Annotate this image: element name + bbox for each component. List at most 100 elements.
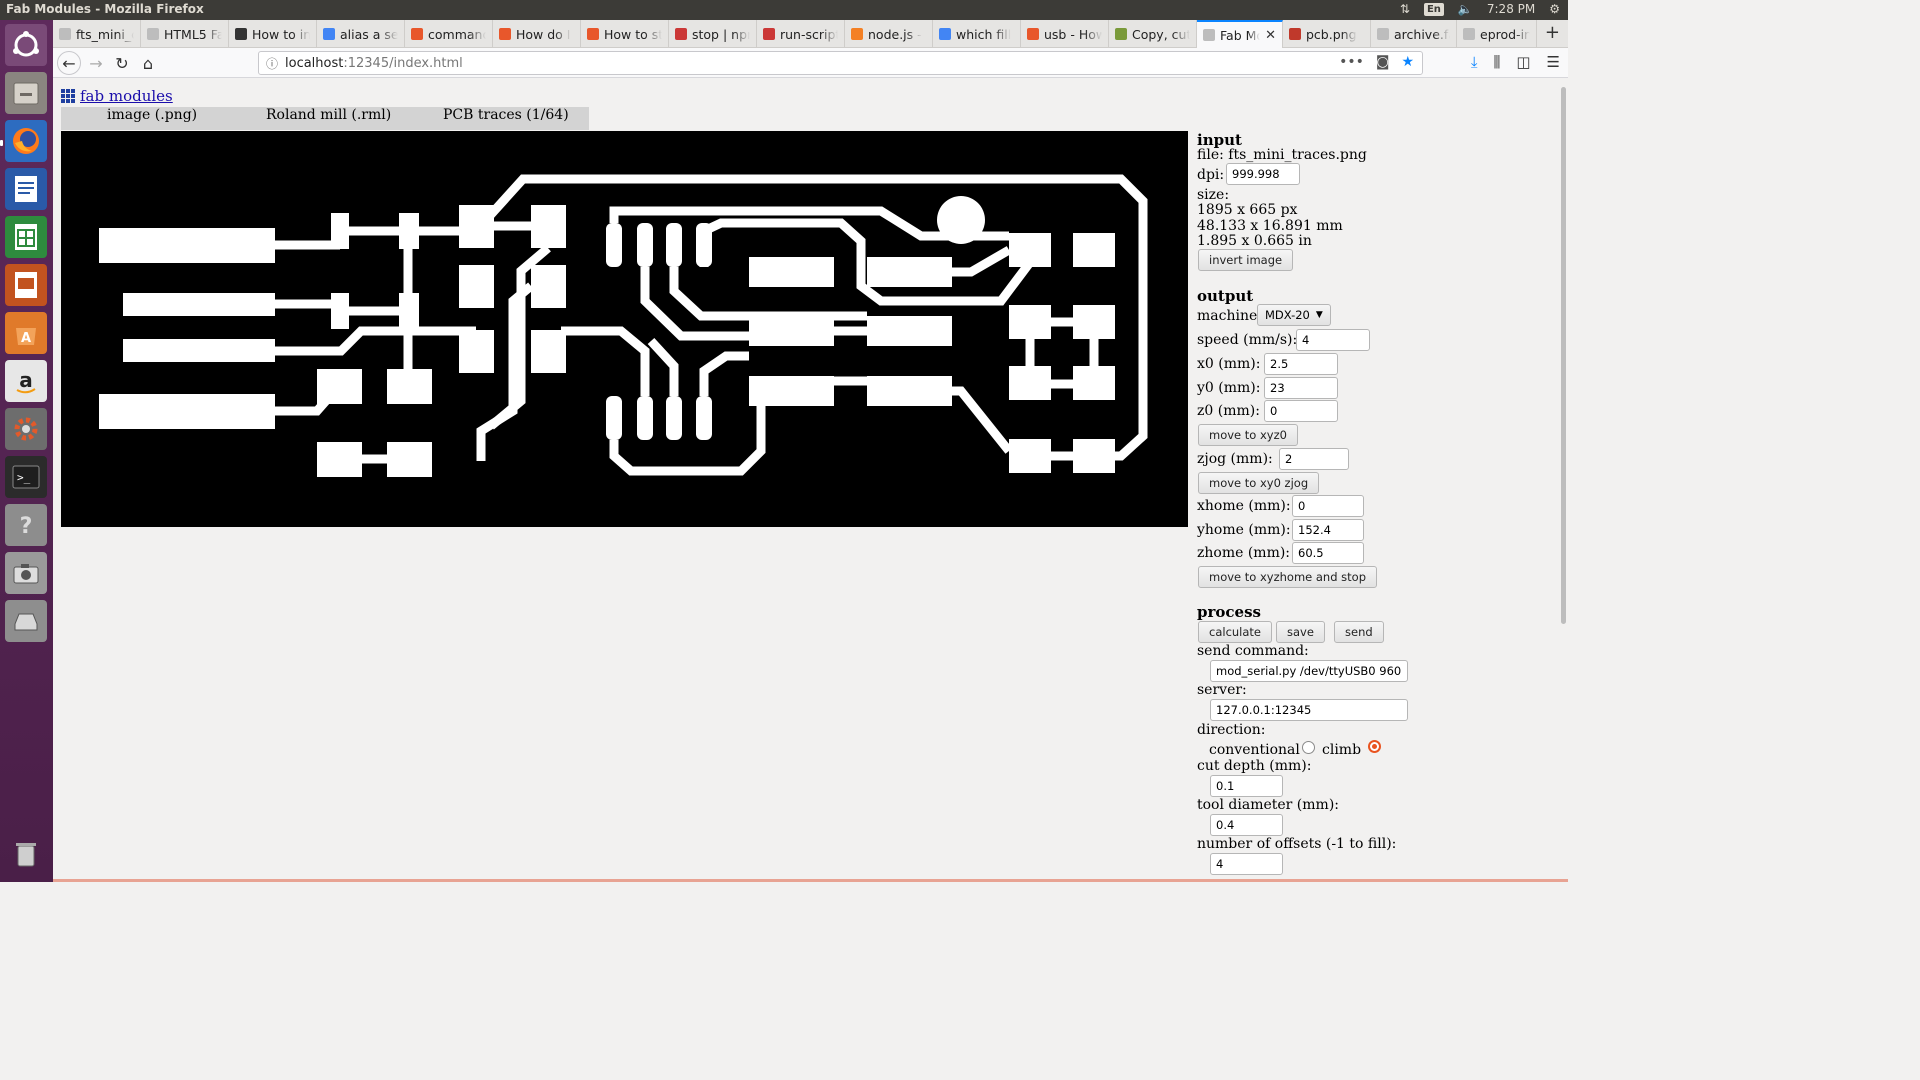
xhome-input[interactable] [1292, 495, 1364, 517]
server-input[interactable] [1210, 699, 1408, 721]
help-icon[interactable]: ? [5, 504, 47, 546]
browser-tab[interactable]: How to st [581, 20, 669, 48]
browser-tab[interactable]: Copy, cut [1109, 20, 1197, 48]
camera-icon[interactable] [5, 552, 47, 594]
volume-icon[interactable]: 🔈 [1458, 2, 1473, 16]
save-button[interactable]: save [1276, 621, 1325, 643]
tool-diameter-input[interactable] [1210, 814, 1283, 836]
browser-tab[interactable]: HTML5 FabM [141, 20, 229, 48]
y0-label: y0 (mm): [1197, 380, 1261, 396]
page-content: fab modules image (.png) Roland mill (.r… [53, 79, 1568, 882]
browser-tab[interactable]: Fab Modu ✕ [1197, 20, 1283, 48]
zjog-input[interactable] [1279, 448, 1349, 470]
system-settings-icon[interactable] [5, 408, 47, 450]
downloads-icon[interactable]: ⤓ [1471, 53, 1478, 71]
browser-tab[interactable]: which fill [933, 20, 1021, 48]
zhome-input[interactable] [1292, 542, 1364, 564]
browser-tab-bar: + fts_mini_cut HTML5 FabM How to in alias a… [53, 20, 1568, 48]
browser-tab[interactable]: fts_mini_cut [53, 20, 141, 48]
calc-icon[interactable] [5, 216, 47, 258]
x0-input[interactable] [1264, 353, 1338, 375]
url-bar[interactable]: ⓘ localhost:12345/index.html ••• ◙ ★ [258, 51, 1423, 75]
calculate-button[interactable]: calculate [1198, 621, 1273, 643]
y0-input[interactable] [1264, 377, 1338, 399]
speed-input[interactable] [1296, 329, 1370, 351]
bookmark-star-icon[interactable]: ★ [1401, 54, 1414, 70]
tab-label: alias a ser [340, 26, 398, 42]
tab-favicon-icon [939, 28, 951, 40]
sidebar-icon[interactable]: ◫ [1516, 53, 1530, 71]
browser-tab[interactable]: pcb.png [1283, 20, 1371, 48]
ubuntu-home-icon[interactable] [5, 24, 47, 66]
tab-favicon-icon [1115, 28, 1127, 40]
keyboard-language-indicator[interactable]: En [1423, 2, 1444, 16]
offsets-input[interactable] [1210, 853, 1283, 875]
trash-icon[interactable] [5, 832, 47, 874]
module-roland-mill[interactable]: Roland mill (.rml) [266, 107, 391, 123]
network-arrows-icon[interactable]: ⇅ [1400, 2, 1410, 16]
browser-tab[interactable]: run-script [757, 20, 845, 48]
browser-tab[interactable]: node.js - [845, 20, 933, 48]
terminal-icon[interactable]: >_ [5, 456, 47, 498]
invert-image-button[interactable]: invert image [1198, 249, 1294, 271]
site-info-icon[interactable]: ⓘ [259, 55, 285, 72]
system-top-panel: Fab Modules - Mozilla Firefox ⇅ En 🔈 7:2… [0, 0, 1568, 20]
new-tab-plus-icon[interactable]: + [1545, 22, 1560, 43]
power-gear-icon[interactable]: ⚙ [1549, 2, 1560, 16]
tab-favicon-icon [323, 28, 335, 40]
url-host: localhost [285, 55, 344, 71]
browser-tab[interactable]: How to in [229, 20, 317, 48]
machine-select[interactable]: MDX-20 ▼ [1257, 304, 1331, 326]
send-button[interactable]: send [1334, 621, 1384, 643]
svg-text:A: A [21, 331, 31, 346]
tab-favicon-icon [235, 28, 247, 40]
tab-favicon-icon [1289, 28, 1301, 40]
move-to-xy0-zjog-button[interactable]: move to xy0 zjog [1198, 472, 1320, 494]
library-icon[interactable]: ⫼ [1493, 53, 1500, 71]
disk-icon[interactable] [5, 600, 47, 642]
fab-modules-logo[interactable]: fab modules [61, 87, 173, 105]
pocket-icon[interactable]: ◙ [1376, 54, 1390, 70]
browser-tab[interactable]: command [405, 20, 493, 48]
module-pcb-traces[interactable]: PCB traces (1/64) [443, 107, 569, 123]
module-image-png[interactable]: image (.png) [107, 107, 197, 123]
tab-close-icon[interactable]: ✕ [1265, 28, 1276, 43]
browser-tab[interactable]: alias a ser [317, 20, 405, 48]
system-tray: ⇅ En 🔈 7:28 PM ⚙ [1400, 2, 1560, 16]
reload-icon[interactable]: ↻ [110, 51, 134, 75]
conventional-radio[interactable] [1302, 741, 1315, 754]
browser-tab[interactable]: How do I [493, 20, 581, 48]
browser-tab[interactable]: archive.faba [1371, 20, 1457, 48]
tab-label: which fill [956, 26, 1012, 42]
tab-favicon-icon [147, 28, 159, 40]
climb-radio[interactable] [1368, 740, 1381, 753]
writer-icon[interactable] [5, 168, 47, 210]
move-to-xyzhome-button[interactable]: move to xyzhome and stop [1198, 566, 1378, 588]
home-icon[interactable]: ⌂ [136, 51, 160, 75]
system-clock[interactable]: 7:28 PM [1487, 2, 1535, 16]
move-to-xyz0-button[interactable]: move to xyz0 [1198, 424, 1298, 446]
software-center-icon[interactable]: A [5, 312, 47, 354]
launcher-running-pip [0, 140, 3, 146]
browser-tab[interactable]: stop | npr [669, 20, 757, 48]
browser-tab[interactable]: usb - How [1021, 20, 1109, 48]
cut-depth-input[interactable] [1210, 775, 1283, 797]
fab-modules-link[interactable]: fab modules [80, 87, 173, 105]
yhome-input[interactable] [1292, 519, 1364, 541]
z0-input[interactable] [1264, 400, 1338, 422]
send-command-input[interactable] [1210, 660, 1408, 682]
pcb-traces-image [61, 131, 1188, 527]
back-arrow-icon[interactable]: ← [57, 51, 81, 75]
dpi-input[interactable] [1226, 163, 1300, 185]
forward-arrow-icon[interactable]: → [84, 51, 108, 75]
page-actions-icon[interactable]: ••• [1339, 54, 1364, 70]
amazon-icon[interactable]: a [5, 360, 47, 402]
files-icon[interactable] [5, 72, 47, 114]
page-scrollbar[interactable] [1558, 79, 1568, 882]
browser-tab[interactable]: eprod-inv [1457, 20, 1537, 48]
firefox-icon[interactable] [5, 120, 47, 162]
menu-hamburger-icon[interactable]: ☰ [1547, 53, 1560, 71]
size-label: size: [1197, 187, 1230, 203]
impress-icon[interactable] [5, 264, 47, 306]
scrollbar-thumb[interactable] [1561, 87, 1566, 624]
